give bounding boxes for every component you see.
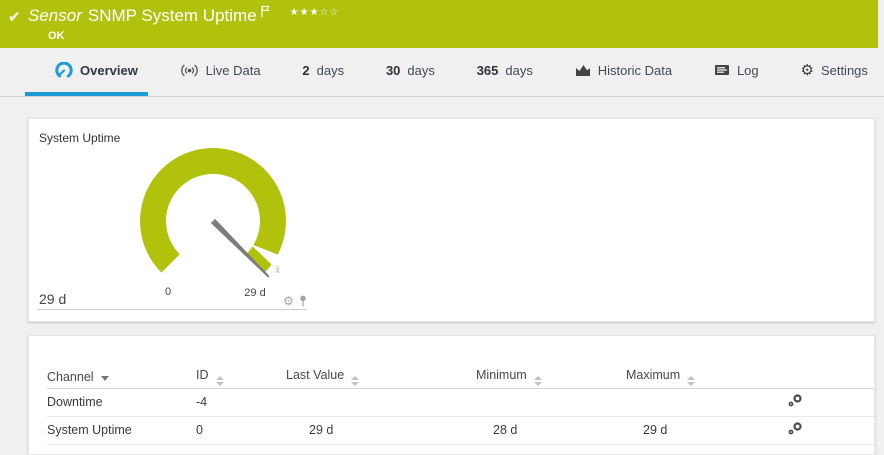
column-header-id[interactable]: ID bbox=[196, 366, 286, 389]
table-row-downtime[interactable]: Downtime -4 bbox=[47, 388, 874, 417]
historic-data-icon bbox=[575, 65, 590, 76]
tab-30-days-label: days bbox=[407, 62, 435, 78]
sensor-title: Sensor SNMP System Uptime ★★★☆☆ bbox=[28, 5, 340, 26]
flag-icon[interactable] bbox=[260, 5, 270, 23]
tab-2-days-label: days bbox=[316, 62, 345, 78]
sensor-title-name: SNMP System Uptime bbox=[87, 6, 257, 25]
tab-live-data-label: Live Data bbox=[205, 62, 261, 78]
cell-channel[interactable]: System Uptime bbox=[47, 416, 196, 445]
live-data-icon bbox=[180, 64, 198, 76]
gauge-last-value: 29 d bbox=[39, 291, 67, 307]
channel-settings-gears-icon[interactable] bbox=[788, 394, 802, 407]
cell-id: 0 bbox=[196, 416, 286, 445]
channel-table-header-row: Channel ID Last Value Minimum Maximum bbox=[47, 366, 874, 389]
tab-365-days-label: days bbox=[505, 62, 533, 78]
cell-maximum: 29 d bbox=[626, 416, 776, 445]
gauge-widget-tools: ⚙ bbox=[283, 295, 308, 307]
priority-stars-filled: ★★★ bbox=[289, 7, 320, 18]
tab-overview-label: Overview bbox=[80, 62, 138, 78]
table-row-system-uptime[interactable]: System Uptime 0 29 d 28 d 29 d bbox=[47, 416, 874, 445]
column-header-maximum[interactable]: Maximum bbox=[626, 366, 776, 389]
gauge-title: System Uptime bbox=[39, 131, 121, 145]
prtg-sensor-page: { "banner": { "check_icon": "✔", "title_… bbox=[0, 0, 884, 455]
gauge-pin-icon[interactable] bbox=[298, 295, 308, 307]
column-header-maximum-label: Maximum bbox=[626, 367, 681, 382]
column-header-last-value-label: Last Value bbox=[286, 367, 345, 382]
cell-last-value: 29 d bbox=[286, 416, 476, 445]
sort-both-icon[interactable] bbox=[351, 375, 360, 386]
sensor-title-prefix: Sensor bbox=[28, 6, 82, 25]
column-header-minimum[interactable]: Minimum bbox=[476, 366, 626, 389]
gauge-icon bbox=[55, 61, 73, 77]
tab-overview[interactable]: Overview bbox=[25, 48, 148, 96]
tab-30-days[interactable]: 30 days bbox=[376, 48, 445, 96]
column-header-id-label: ID bbox=[196, 367, 209, 382]
priority-stars[interactable]: ★★★☆☆ bbox=[290, 7, 340, 18]
tab-live-data[interactable]: Live Data bbox=[170, 48, 271, 96]
column-header-minimum-label: Minimum bbox=[476, 367, 527, 382]
column-header-channel[interactable]: Channel bbox=[47, 366, 196, 389]
cell-last-value bbox=[286, 388, 476, 417]
tab-log-label: Log bbox=[736, 62, 759, 78]
sort-desc-icon[interactable] bbox=[100, 375, 109, 381]
uptime-gauge bbox=[140, 147, 286, 278]
sort-both-icon[interactable] bbox=[533, 375, 542, 386]
sort-both-icon[interactable] bbox=[687, 375, 696, 386]
settings-gear-icon: ⚙ bbox=[800, 60, 814, 79]
tab-30-days-number: 30 bbox=[385, 62, 401, 78]
channel-settings-gears-icon[interactable] bbox=[788, 422, 802, 435]
tab-365-days[interactable]: 365 days bbox=[467, 48, 543, 96]
tab-historic-data[interactable]: Historic Data bbox=[565, 48, 682, 96]
gauge-gear-icon[interactable]: ⚙ bbox=[283, 295, 294, 307]
tab-settings-label: Settings bbox=[820, 62, 868, 78]
tab-2-days[interactable]: 2 days bbox=[292, 48, 354, 96]
log-icon bbox=[714, 65, 729, 75]
priority-stars-empty: ☆☆ bbox=[319, 7, 340, 18]
cell-minimum bbox=[476, 388, 626, 417]
tab-2-days-number: 2 bbox=[302, 62, 310, 78]
cell-maximum bbox=[626, 388, 776, 417]
status-badge: OK bbox=[48, 30, 65, 42]
gauge-scale-min: 0 bbox=[164, 286, 172, 298]
cell-minimum: 28 d bbox=[476, 416, 626, 445]
gauge-scale-max: 29 d bbox=[244, 287, 266, 299]
cell-id: -4 bbox=[196, 388, 286, 417]
cell-channel[interactable]: Downtime bbox=[47, 388, 196, 417]
tab-log[interactable]: Log bbox=[704, 48, 769, 96]
gauge-panel: System Uptime x̄ 0 29 d 29 d ⚙ bbox=[28, 118, 875, 322]
channel-table-panel: Channel ID Last Value Minimum Maximum Do… bbox=[28, 335, 875, 455]
gauge-average-marker: x̄ bbox=[275, 265, 280, 276]
column-header-channel-label: Channel bbox=[47, 369, 94, 384]
tab-settings[interactable]: ⚙ Settings bbox=[790, 48, 877, 96]
gauge-divider bbox=[37, 309, 307, 310]
channel-table: Channel ID Last Value Minimum Maximum Do… bbox=[47, 366, 874, 445]
ok-check-icon: ✔ bbox=[8, 8, 21, 26]
sensor-status-banner: ✔ Sensor SNMP System Uptime ★★★☆☆ OK bbox=[0, 0, 878, 48]
sort-both-icon[interactable] bbox=[215, 375, 224, 386]
tab-historic-data-label: Historic Data bbox=[597, 62, 673, 78]
column-header-actions bbox=[776, 366, 874, 389]
sensor-tabbar: Overview Live Data 2 days 30 days 365 da… bbox=[0, 48, 884, 97]
tab-365-days-number: 365 bbox=[476, 62, 499, 78]
column-header-last-value[interactable]: Last Value bbox=[286, 366, 476, 389]
